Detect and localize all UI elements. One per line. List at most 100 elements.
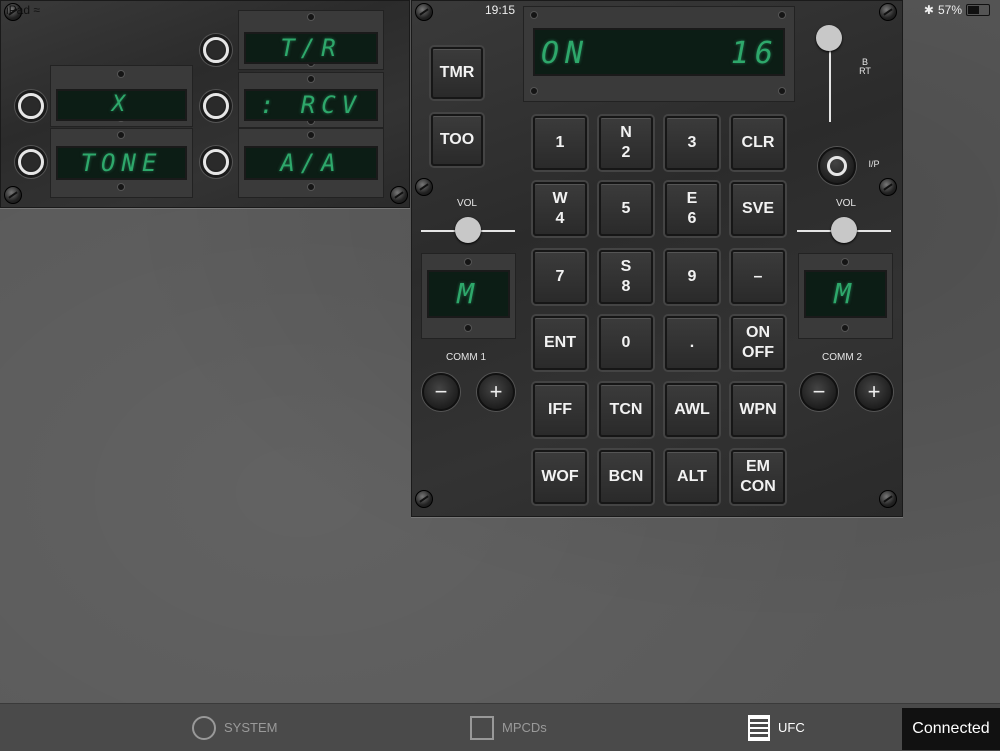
- status-time: 19:15: [484, 3, 516, 17]
- key-k5[interactable]: 5: [599, 182, 653, 236]
- status-right: ✱ 57%: [924, 3, 990, 17]
- key-k9[interactable]: 9: [665, 250, 719, 304]
- key-ent[interactable]: ENT: [533, 316, 587, 370]
- comm2-minus-button[interactable]: −: [800, 373, 838, 411]
- key-bottom-label: 7: [555, 268, 565, 285]
- key-bottom-label: OFF: [742, 344, 774, 361]
- tab-mpcds-label: MPCDs: [502, 720, 547, 735]
- key-top-label: S: [620, 258, 632, 275]
- key-top-label: ON: [746, 324, 770, 341]
- lcd-tr: T/R: [244, 32, 378, 64]
- key-bottom-label: TCN: [609, 401, 643, 418]
- vol-left-knob[interactable]: [455, 217, 481, 243]
- scratchpad-right: 16: [730, 36, 779, 71]
- tmr-label: TMR: [439, 64, 475, 81]
- vol-left-label: VOL: [456, 198, 477, 209]
- select-button-aa[interactable]: [203, 149, 229, 175]
- ip-ring-icon: [827, 156, 847, 176]
- brt-slider-track: [829, 40, 831, 122]
- plus-icon: +: [867, 379, 881, 404]
- tab-mpcds[interactable]: MPCDs: [470, 704, 547, 751]
- scratchpad-display: ON 16: [533, 28, 785, 76]
- comm1-plus-button[interactable]: +: [477, 373, 515, 411]
- select-button-rcv[interactable]: [203, 93, 229, 119]
- key-k7[interactable]: 7: [533, 250, 587, 304]
- battery-percent: 57%: [937, 3, 962, 17]
- engine-icon: [192, 715, 216, 740]
- tab-system[interactable]: SYSTEM: [192, 704, 277, 751]
- minus-icon: −: [812, 379, 826, 404]
- comm2-label: COMM 2: [822, 352, 862, 363]
- key-k3[interactable]: 3: [665, 116, 719, 170]
- key-bottom-label: 2: [621, 144, 631, 161]
- vol-right-knob[interactable]: [831, 217, 857, 243]
- tmr-button[interactable]: TMR: [431, 47, 483, 99]
- key-k4[interactable]: W4: [533, 182, 587, 236]
- brt-slider-knob[interactable]: [816, 25, 842, 51]
- key-k6[interactable]: E6: [665, 182, 719, 236]
- key-bottom-label: 9: [687, 268, 697, 285]
- key-bcn[interactable]: BCN: [599, 450, 653, 504]
- screw: [879, 490, 897, 508]
- key-sve[interactable]: SVE: [731, 182, 785, 236]
- ip-button[interactable]: [818, 147, 856, 185]
- connection-status: Connected: [902, 708, 1000, 750]
- key-bottom-label: WOF: [541, 468, 579, 485]
- key-clr[interactable]: CLR: [731, 116, 785, 170]
- key-bottom-label: .: [689, 334, 695, 351]
- bluetooth-icon: ✱: [923, 3, 934, 17]
- key-bottom-label: SVE: [741, 200, 774, 217]
- scratchpad-left: ON: [541, 36, 590, 71]
- keypad-icon: [748, 714, 770, 741]
- brt-label: BRT: [859, 57, 871, 76]
- select-button-x[interactable]: [18, 93, 44, 119]
- tab-bar: SYSTEM MPCDs UFC: [0, 703, 1000, 751]
- comm2-plus-button[interactable]: +: [855, 373, 893, 411]
- key-bottom-label: AWL: [674, 401, 710, 418]
- key-dot[interactable]: .: [665, 316, 719, 370]
- too-button[interactable]: TOO: [431, 114, 483, 166]
- key-bottom-label: ALT: [677, 468, 707, 485]
- key-bottom-label: 0: [621, 334, 631, 351]
- key-wpn[interactable]: WPN: [731, 383, 785, 437]
- select-button-tr[interactable]: [203, 37, 229, 63]
- key-top-label: N: [620, 124, 632, 141]
- screw: [415, 178, 433, 196]
- key-bottom-label: 4: [555, 210, 565, 227]
- key-bottom-label: 6: [687, 210, 697, 227]
- tab-ufc[interactable]: UFC: [748, 704, 805, 751]
- key-bottom-label: BCN: [608, 468, 644, 485]
- tab-ufc-label: UFC: [778, 720, 805, 735]
- key-bottom-label: 8: [621, 278, 631, 295]
- comm2-channel-display: M: [804, 270, 887, 318]
- key-bottom-label: ENT: [544, 334, 576, 351]
- key-iff[interactable]: IFF: [533, 383, 587, 437]
- key-tcn[interactable]: TCN: [599, 383, 653, 437]
- key-alt[interactable]: ALT: [665, 450, 719, 504]
- select-button-tone[interactable]: [18, 149, 44, 175]
- key-top-label: E: [686, 190, 698, 207]
- screw: [4, 186, 22, 204]
- key-k0[interactable]: 0: [599, 316, 653, 370]
- status-bar: iPad ≈ 19:15 ✱ 57%: [0, 0, 1000, 20]
- comm1-label: COMM 1: [446, 352, 486, 363]
- screw: [415, 490, 433, 508]
- key-k1[interactable]: 1: [533, 116, 587, 170]
- key-bottom-label: IFF: [548, 401, 572, 418]
- comm1-minus-button[interactable]: −: [422, 373, 460, 411]
- key-onoff[interactable]: ON OFF: [731, 316, 785, 370]
- key-wof[interactable]: WOF: [533, 450, 587, 504]
- key-top-label: EM: [746, 458, 770, 475]
- tab-system-label: SYSTEM: [224, 720, 278, 735]
- key-k2[interactable]: N2: [599, 116, 653, 170]
- lcd-tone: TONE: [56, 146, 187, 180]
- too-label: TOO: [439, 131, 475, 148]
- key-dash[interactable]: –: [731, 250, 785, 304]
- key-emcon[interactable]: EM CON: [731, 450, 785, 504]
- key-awl[interactable]: AWL: [665, 383, 719, 437]
- key-bottom-label: CON: [740, 478, 776, 495]
- key-bottom-label: 5: [621, 200, 631, 217]
- battery-fill: [968, 6, 979, 14]
- key-bottom-label: CLR: [741, 134, 775, 151]
- key-k8[interactable]: S8: [599, 250, 653, 304]
